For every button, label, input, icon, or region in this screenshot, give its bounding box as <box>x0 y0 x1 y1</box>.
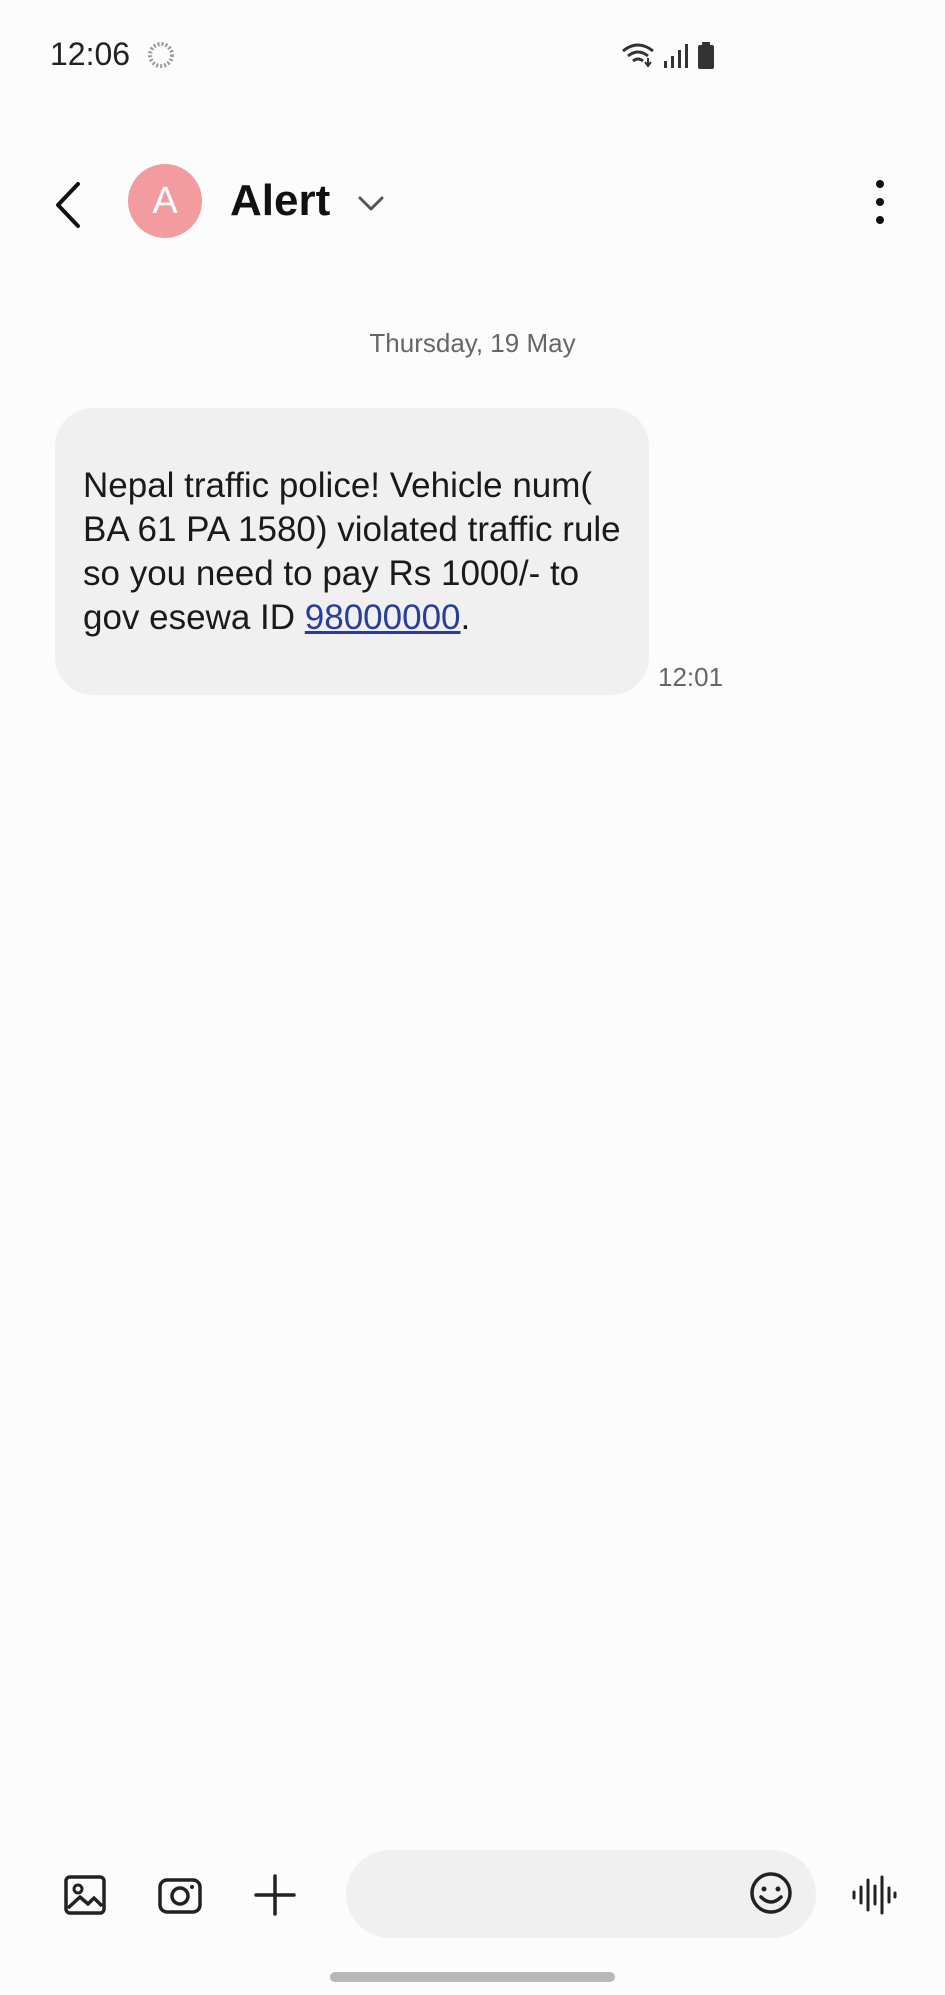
message-bubble[interactable]: Nepal traffic police! Vehicle num( BA 61… <box>55 408 649 695</box>
conversation-header: A Alert <box>0 160 945 248</box>
chevron-down-icon[interactable] <box>356 188 386 218</box>
camera-icon[interactable] <box>155 1870 205 1920</box>
message-text-end: . <box>460 598 471 637</box>
add-icon[interactable] <box>250 1870 300 1920</box>
contact-name[interactable]: Alert <box>230 176 330 226</box>
status-icons <box>621 42 715 70</box>
status-bar: 12:06 <box>0 0 945 110</box>
sync-icon <box>148 42 174 68</box>
voice-wave-icon[interactable] <box>848 1870 898 1920</box>
message-input[interactable] <box>374 1870 738 1920</box>
signal-icon <box>664 44 688 68</box>
back-button[interactable] <box>48 180 92 230</box>
messages-screen: 12:06 A Alert Thursday, 19 May Nepal tra… <box>0 0 945 1995</box>
avatar[interactable]: A <box>128 164 202 238</box>
status-time: 12:06 <box>50 36 131 72</box>
home-indicator[interactable] <box>330 1972 615 1982</box>
message-link[interactable]: 98000000 <box>305 598 461 637</box>
gallery-icon[interactable] <box>60 1870 110 1920</box>
message-input-container[interactable] <box>346 1850 816 1938</box>
more-options-button[interactable] <box>855 172 905 232</box>
avatar-letter: A <box>152 179 178 222</box>
wifi-icon <box>622 43 654 68</box>
message-time: 12:01 <box>658 662 724 692</box>
composer-bar <box>0 1850 945 1940</box>
date-separator: Thursday, 19 May <box>369 328 576 358</box>
battery-icon <box>698 42 714 69</box>
emoji-icon[interactable] <box>746 1868 796 1918</box>
